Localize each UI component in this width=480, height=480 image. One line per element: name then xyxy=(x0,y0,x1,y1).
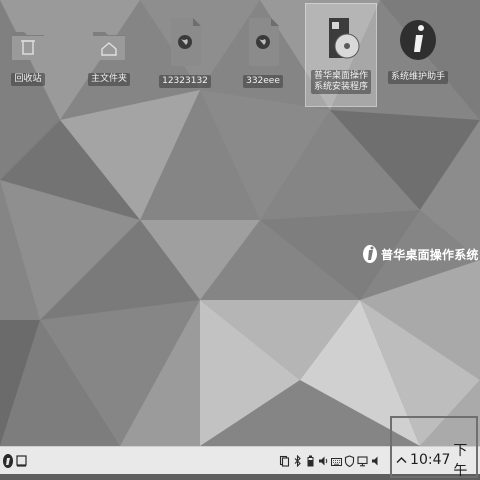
system-tray xyxy=(278,447,382,475)
home-folder-icon xyxy=(93,32,125,60)
volume-icon xyxy=(319,456,328,466)
start-menu-icon xyxy=(3,453,13,468)
desktop-icon-home-folder[interactable]: 主文件夹 xyxy=(74,22,144,86)
web-file-icon xyxy=(171,18,201,66)
keyboard-tray-button[interactable] xyxy=(330,454,343,468)
desktop-icon-label: 332eee xyxy=(243,75,283,88)
desktop-icon-label: 系统维护助手 xyxy=(387,71,448,84)
desktop-icon-file-12323132[interactable]: 12323132 xyxy=(150,16,220,88)
desktop-icon-label: 普华桌面操作 系统安装程序 xyxy=(310,70,371,94)
speaker-tray-button[interactable] xyxy=(369,454,382,468)
volume-tray-button[interactable] xyxy=(317,454,330,468)
brand-logo-icon xyxy=(363,245,377,263)
clock-button[interactable]: 10:47 下午 xyxy=(394,443,478,479)
clock-time: 10:47 xyxy=(410,452,451,468)
clipboard-icon xyxy=(279,455,290,467)
desktop-icon-label: 回收站 xyxy=(11,73,45,86)
security-tray-button[interactable] xyxy=(343,454,356,468)
desktop-icon-trash[interactable]: 回收站 xyxy=(0,22,63,86)
installer-disc-icon xyxy=(329,18,360,59)
keyboard-icon xyxy=(331,458,342,466)
battery-icon xyxy=(307,455,314,467)
desktop-icon-label: 12323132 xyxy=(159,75,211,88)
clipboard-tray-button[interactable] xyxy=(278,454,291,468)
info-icon xyxy=(400,20,436,60)
battery-tray-button[interactable] xyxy=(304,454,317,468)
desktop[interactable]: 回收站 主文件夹 12323132 332eee 普华桌面操作 系统安装程序 系… xyxy=(0,0,480,446)
desktop-icon-installer[interactable]: 普华桌面操作 系统安装程序 xyxy=(306,14,376,94)
tray-expand-button[interactable] xyxy=(394,456,408,464)
speaker-icon xyxy=(372,456,378,466)
bluetooth-tray-button[interactable] xyxy=(291,454,304,468)
trash-icon xyxy=(12,32,44,60)
shield-icon xyxy=(344,455,355,467)
show-desktop-button[interactable] xyxy=(15,447,27,475)
desktop-icon-system-assistant[interactable]: 系统维护助手 xyxy=(383,16,453,84)
bluetooth-icon xyxy=(294,455,301,467)
desktop-icon-file-332eee[interactable]: 332eee xyxy=(228,16,298,88)
start-menu-button[interactable] xyxy=(1,447,15,475)
display-icon xyxy=(357,456,368,467)
web-file-icon xyxy=(249,18,279,66)
show-desktop-icon xyxy=(15,454,27,467)
clock-period: 下午 xyxy=(453,443,468,479)
chevron-up-icon xyxy=(396,457,407,463)
brand-watermark: 普华桌面操作系统 xyxy=(362,244,479,264)
display-tray-button[interactable] xyxy=(356,454,369,468)
desktop-icon-label: 主文件夹 xyxy=(87,73,130,86)
brand-text: 普华桌面操作系统 xyxy=(381,247,479,262)
